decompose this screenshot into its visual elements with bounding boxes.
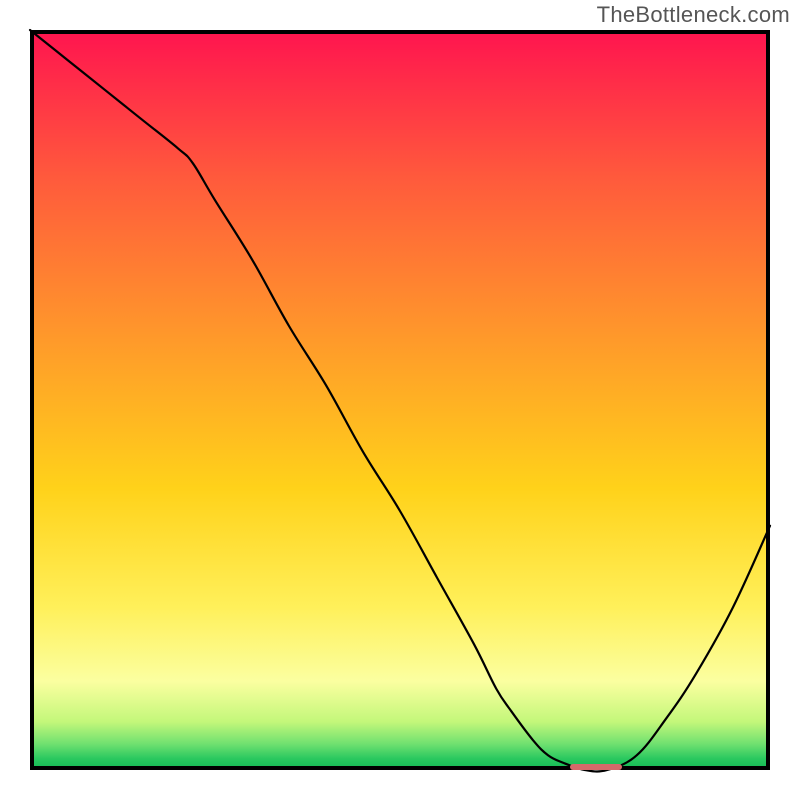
minimum-marker xyxy=(570,764,622,770)
bottleneck-curve xyxy=(30,30,770,772)
watermark-text: TheBottleneck.com xyxy=(597,2,790,28)
plot-area xyxy=(30,30,770,770)
chart-stage: TheBottleneck.com xyxy=(0,0,800,800)
bottleneck-curve-svg xyxy=(30,30,770,770)
